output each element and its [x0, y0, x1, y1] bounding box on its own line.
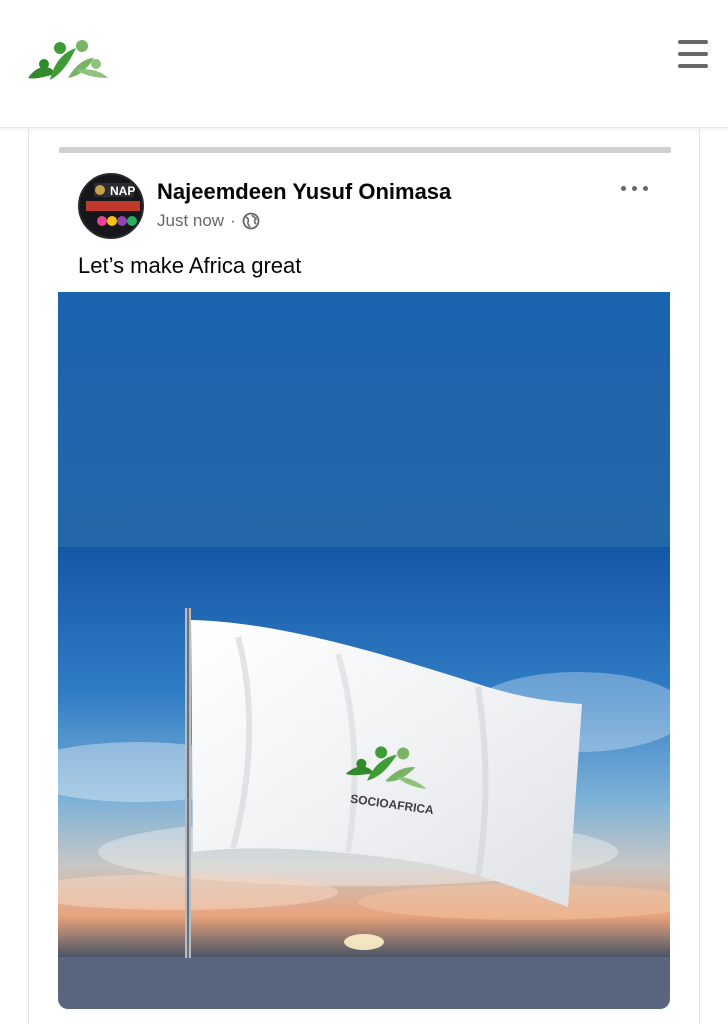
post-meta: Just now · [157, 211, 260, 231]
post-timestamp[interactable]: Just now [157, 211, 224, 231]
more-options-icon[interactable] [617, 175, 653, 201]
card-divider [59, 147, 671, 153]
author-avatar[interactable]: NAP [78, 173, 144, 239]
author-name[interactable]: Najeemdeen Yusuf Onimasa [157, 179, 451, 205]
meta-separator: · [230, 211, 236, 230]
post-card: NAP Najeemdeen Yusuf Onimasa Just now · … [28, 129, 700, 1024]
socioafrica-logo-icon[interactable] [24, 34, 112, 90]
post-text: Let’s make Africa great [78, 253, 302, 278]
avatar-text: NAP [110, 184, 135, 198]
hamburger-menu-icon[interactable] [674, 36, 712, 72]
globe-icon[interactable] [242, 212, 260, 230]
post-image[interactable]: SOCIOAFRICA [58, 292, 670, 1009]
top-navigation-bar [0, 0, 728, 128]
